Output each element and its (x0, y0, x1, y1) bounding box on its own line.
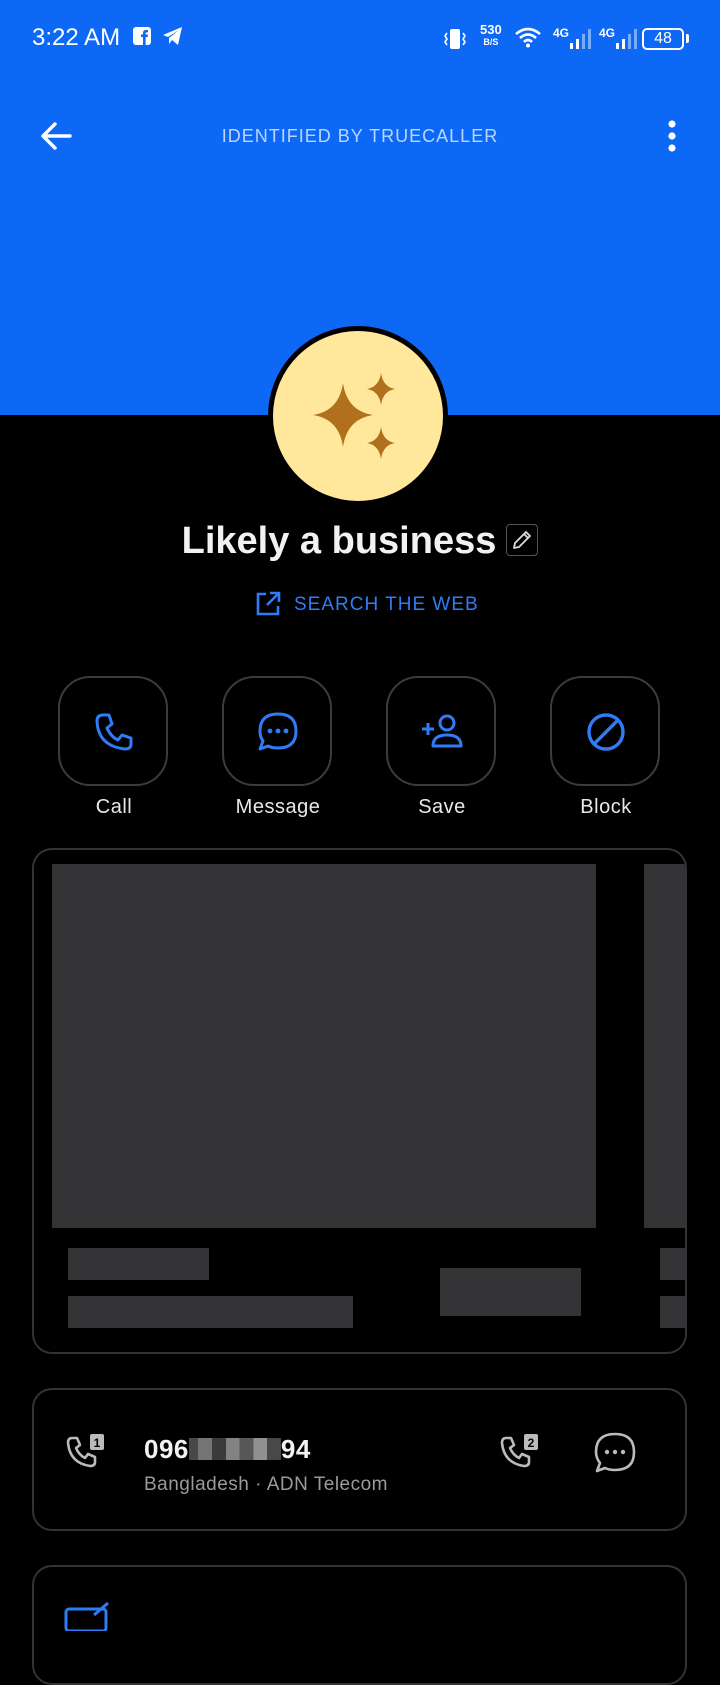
placeholder-text (68, 1248, 209, 1280)
placeholder-button (440, 1268, 581, 1316)
block-label: Block (580, 796, 632, 818)
status-time: 3:22 AM (32, 24, 121, 51)
status-bar: 3:22 AM 530 B/S 4G 4G 48 (0, 0, 720, 80)
svg-text:1: 1 (94, 1436, 101, 1450)
net-speed-unit: B/S (483, 37, 499, 47)
battery-level: 48 (654, 30, 672, 47)
call-button[interactable] (58, 676, 168, 786)
save-button[interactable] (386, 676, 496, 786)
sim2-call-icon[interactable]: 2 (498, 1430, 544, 1476)
block-action[interactable]: Block (550, 676, 662, 819)
phone-number-card: 1 096 94 Bangladesh · ADN Telecom 2 (32, 1388, 687, 1531)
placeholder-text (68, 1296, 353, 1328)
message-icon[interactable] (592, 1430, 638, 1476)
call-label: Call (95, 796, 133, 818)
save-label: Save (418, 796, 466, 818)
phone-details: Bangladesh · ADN Telecom (144, 1474, 388, 1495)
placeholder-text (660, 1296, 685, 1328)
net-speed-value: 530 (480, 22, 502, 37)
signal1-label: 4G (553, 26, 570, 40)
chat-icon (258, 712, 298, 751)
phone-number-suffix: 94 (280, 1434, 311, 1464)
message-button[interactable] (222, 676, 332, 786)
redacted-digits (188, 1438, 281, 1460)
call-action[interactable]: Call (58, 676, 170, 819)
message-action[interactable]: Message (222, 676, 334, 819)
phone-icon (95, 713, 133, 751)
telegram-icon (163, 27, 182, 45)
phone-number: 096 94 (144, 1434, 311, 1465)
sim1-call-icon[interactable]: 1 (64, 1430, 110, 1476)
placeholder-text (660, 1248, 685, 1280)
svg-text:2: 2 (528, 1436, 535, 1450)
block-icon (587, 713, 625, 751)
media-card-placeholder (32, 848, 687, 1354)
placeholder-image (644, 864, 685, 1228)
phone-number-prefix: 096 (144, 1434, 189, 1464)
signal2-label: 4G (599, 26, 616, 40)
edit-contact-icon (64, 1601, 109, 1631)
open-external-icon (256, 591, 281, 616)
pencil-icon (513, 530, 532, 549)
facebook-icon (133, 27, 151, 45)
block-button[interactable] (550, 676, 660, 786)
more-options-icon[interactable] (652, 116, 692, 156)
search-web-label: SEARCH THE WEB (294, 594, 479, 615)
suggest-name-card[interactable] (32, 1565, 687, 1685)
avatar (268, 326, 448, 506)
toolbar-title: IDENTIFIED BY TRUECALLER (221, 126, 499, 146)
battery-cap (686, 34, 689, 43)
battery-icon: 48 (642, 28, 684, 50)
add-person-icon (422, 714, 463, 748)
net-speed: 530 B/S (480, 22, 502, 48)
message-label: Message (235, 796, 321, 818)
vibrate-icon (444, 29, 466, 49)
save-action[interactable]: Save (386, 676, 498, 819)
contact-name-row: Likely a business (0, 520, 720, 563)
contact-name: Likely a business (181, 520, 497, 562)
placeholder-image (52, 864, 596, 1228)
edit-name-button[interactable] (506, 523, 539, 556)
signal-icon (570, 29, 591, 49)
signal-icon (616, 29, 637, 49)
sparkle-icon (313, 373, 395, 459)
wifi-icon (515, 27, 541, 48)
